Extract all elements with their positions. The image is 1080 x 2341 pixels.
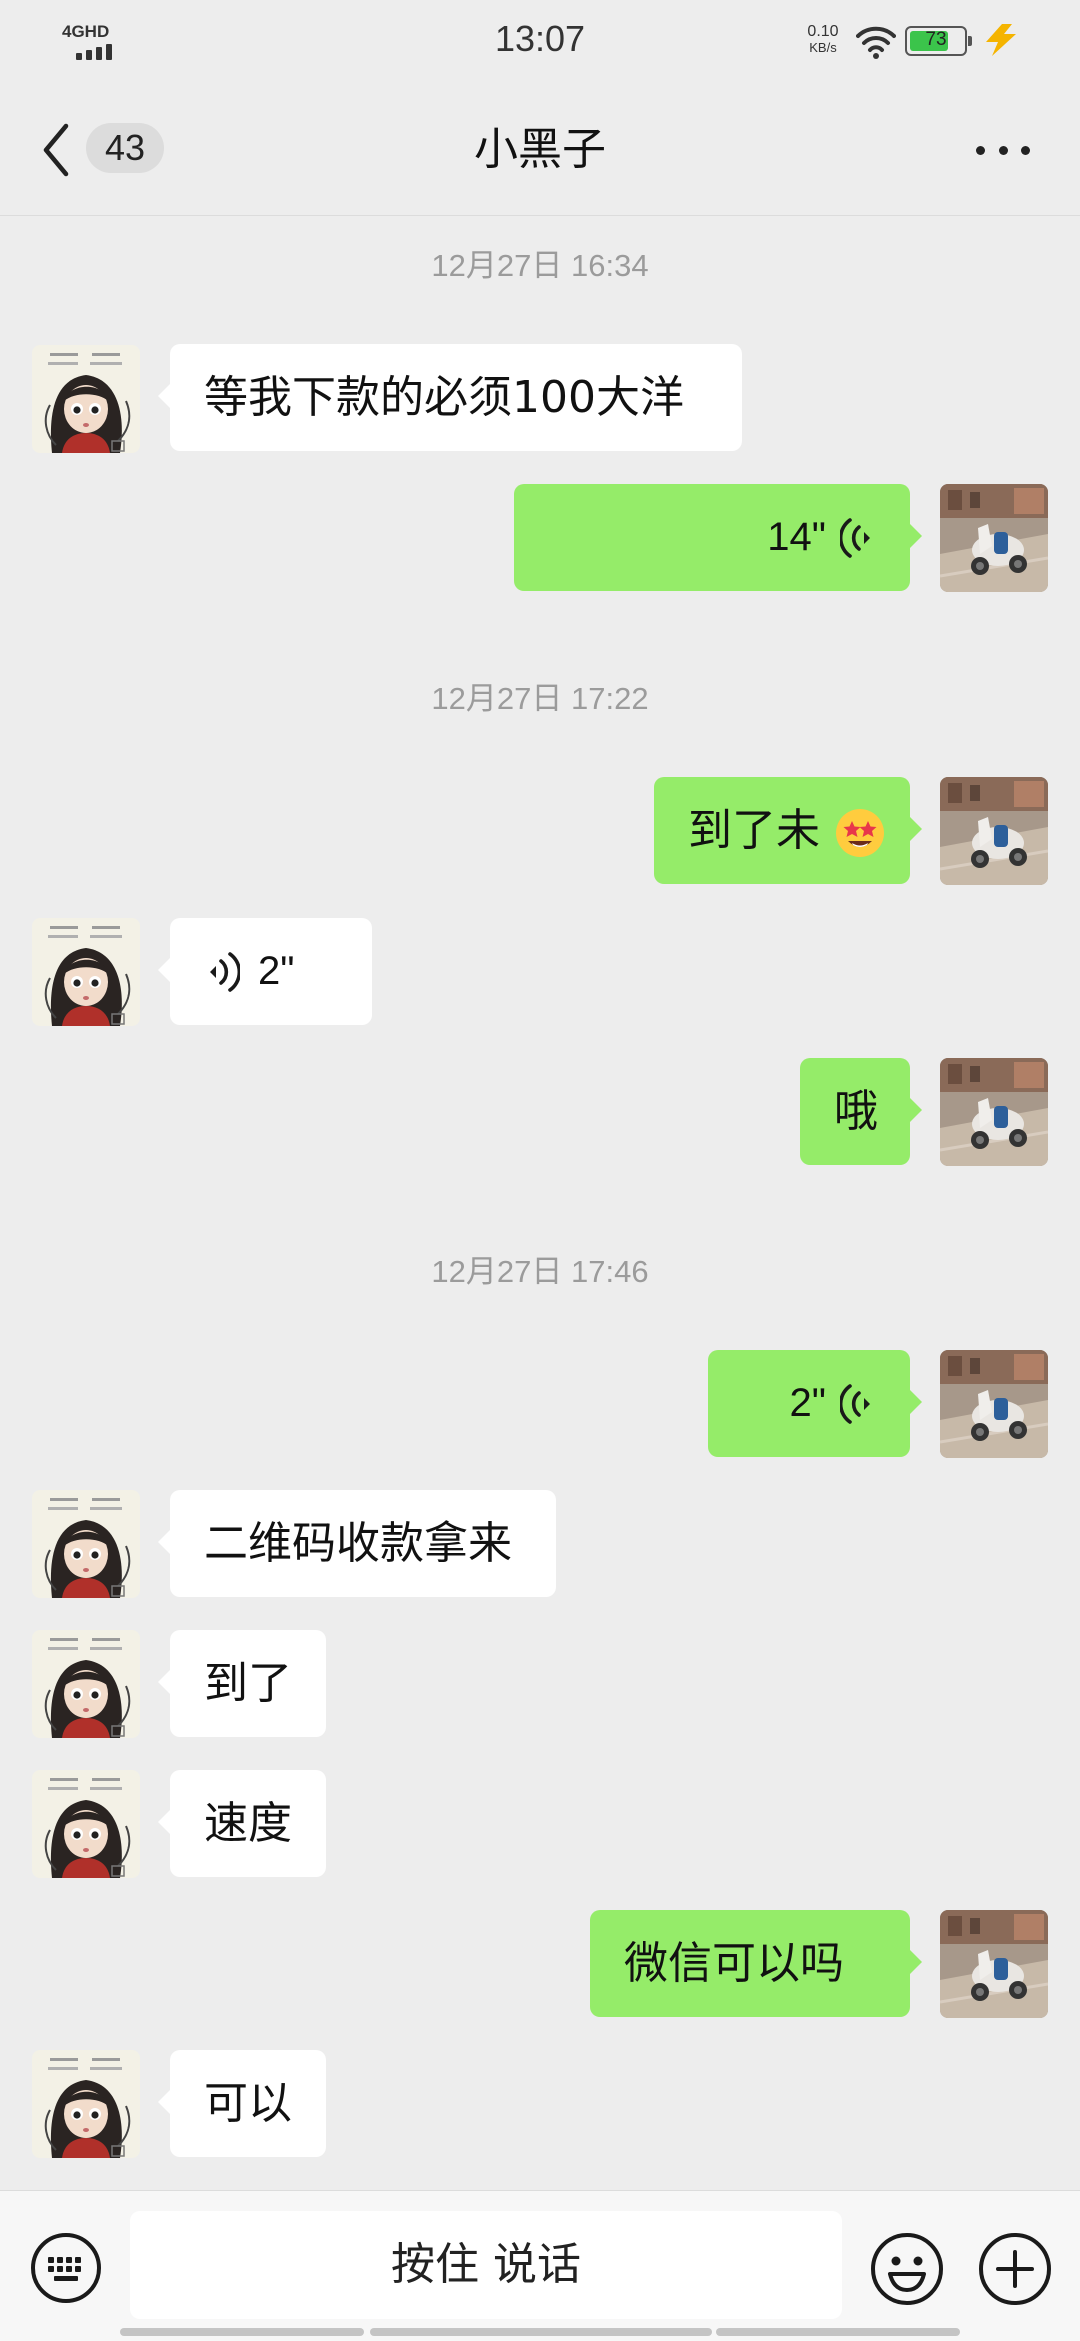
incoming-voice-message[interactable]: 2" xyxy=(158,918,372,1025)
my-avatar[interactable] xyxy=(940,1058,1048,1166)
outgoing-voice-message[interactable]: 14" xyxy=(514,484,922,591)
contact-avatar[interactable] xyxy=(32,2050,140,2158)
message-text: 可以 xyxy=(204,2078,292,2129)
chat-title: 小黑子 xyxy=(474,124,606,175)
voice-wave-icon xyxy=(840,516,876,560)
message-text: 到了 xyxy=(204,1658,292,1709)
contact-avatar[interactable] xyxy=(32,1770,140,1878)
network-speed: 0.10 KB/s xyxy=(803,24,843,56)
contact-avatar[interactable] xyxy=(32,1630,140,1738)
voice-wave-icon xyxy=(204,950,240,994)
chat-header: 43 小黑子 xyxy=(0,80,1080,216)
incoming-message[interactable]: 速度 xyxy=(158,1770,326,1877)
star-struck-emoji-icon xyxy=(836,809,884,857)
outgoing-message[interactable]: 到了未 xyxy=(654,777,922,884)
battery-percent: 73 xyxy=(925,29,947,50)
timestamp: 12月27日 17:46 xyxy=(431,1254,649,1289)
network-speed-value: 0.10 xyxy=(807,23,839,40)
contact-avatar[interactable] xyxy=(32,1490,140,1598)
my-avatar[interactable] xyxy=(940,1910,1048,2018)
plus-icon[interactable] xyxy=(978,2232,1052,2306)
voice-duration: 2" xyxy=(258,949,295,993)
incoming-message[interactable]: 可以 xyxy=(158,2050,326,2157)
my-avatar[interactable] xyxy=(940,1350,1048,1458)
timestamp: 12月27日 16:34 xyxy=(431,248,649,283)
navigation-bar xyxy=(716,2328,960,2336)
voice-wave-icon xyxy=(840,1382,876,1426)
message-text: 微信可以吗 xyxy=(624,1938,844,1989)
navigation-bar xyxy=(120,2328,364,2336)
outgoing-message[interactable]: 微信可以吗 xyxy=(590,1910,922,2017)
contact-avatar[interactable] xyxy=(32,345,140,453)
message-text: 二维码收款拿来 xyxy=(204,1518,512,1569)
my-avatar[interactable] xyxy=(940,484,1048,592)
message-text: 哦 xyxy=(834,1086,878,1137)
status-bar: 4GHD 13:07 0.10 KB/s 73 xyxy=(0,0,1080,80)
keyboard-icon[interactable] xyxy=(30,2232,102,2304)
wifi-icon xyxy=(856,26,896,59)
message-text: 到了未 xyxy=(688,805,820,856)
network-speed-unit: KB/s xyxy=(809,40,837,55)
hold-to-talk-button[interactable]: 按住 说话 xyxy=(130,2211,842,2319)
charging-bolt-icon xyxy=(986,24,1016,56)
input-bar: 按住 说话 xyxy=(0,2190,1080,2341)
outgoing-voice-message[interactable]: 2" xyxy=(708,1350,922,1457)
incoming-message[interactable]: 到了 xyxy=(158,1630,326,1737)
emoji-icon[interactable] xyxy=(870,2232,944,2306)
incoming-message[interactable]: 二维码收款拿来 xyxy=(158,1490,556,1597)
message-text: 等我下款的必须100大洋 xyxy=(204,372,684,423)
incoming-message[interactable]: 等我下款的必须100大洋 xyxy=(158,344,742,451)
outgoing-message[interactable]: 哦 xyxy=(800,1058,922,1165)
battery-icon: 73 xyxy=(905,26,972,56)
timestamp: 12月27日 17:22 xyxy=(431,681,649,716)
message-text: 速度 xyxy=(204,1798,292,1849)
more-options-icon[interactable] xyxy=(976,140,1030,160)
navigation-bar xyxy=(370,2328,712,2336)
my-avatar[interactable] xyxy=(940,777,1048,885)
contact-avatar[interactable] xyxy=(32,918,140,1026)
voice-duration: 14" xyxy=(767,515,826,559)
voice-duration: 2" xyxy=(789,1381,826,1425)
